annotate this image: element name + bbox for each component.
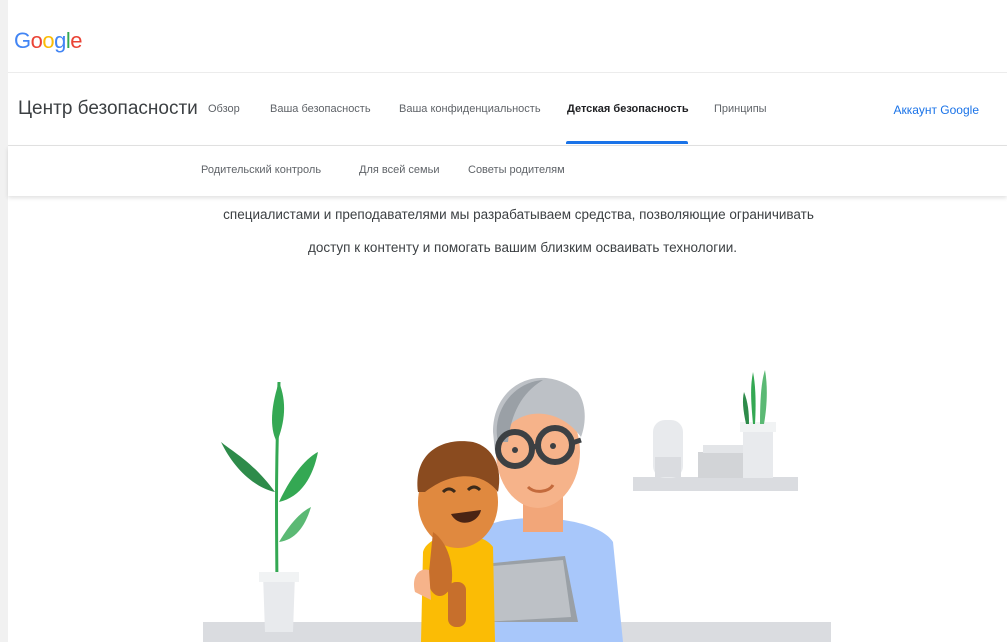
tab-child-safety[interactable]: Детская безопасность xyxy=(567,103,689,115)
tab-overview[interactable]: Обзор xyxy=(208,103,240,115)
intro-text-line-1: специалистами и преподавателями мы разра… xyxy=(223,207,814,222)
tab-your-privacy[interactable]: Ваша конфиденциальность xyxy=(399,103,541,115)
sub-nav-bar: Родительский контроль Для всей семьи Сов… xyxy=(8,146,1007,196)
logo-letter: o xyxy=(30,28,43,53)
subnav-for-whole-family[interactable]: Для всей семьи xyxy=(359,164,439,176)
logo-letter: e xyxy=(70,28,83,53)
logo-letter: g xyxy=(54,28,66,53)
shelf-illustration xyxy=(633,370,798,491)
plant-illustration xyxy=(221,381,318,632)
google-account-link[interactable]: Аккаунт Google xyxy=(894,103,979,117)
family-illustration xyxy=(203,370,831,642)
site-nav-bar: Центр безопасности Обзор Ваша безопаснос… xyxy=(8,73,1007,146)
logo-letter: o xyxy=(42,28,55,53)
google-logo[interactable]: Google xyxy=(14,28,83,54)
child-illustration xyxy=(413,441,500,642)
tab-principles[interactable]: Принципы xyxy=(714,103,767,115)
page: Google Центр безопасности Обзор Ваша без… xyxy=(0,0,1007,642)
site-title[interactable]: Центр безопасности xyxy=(18,98,198,120)
subnav-tips-for-parents[interactable]: Советы родителям xyxy=(468,164,565,176)
subnav-parental-controls[interactable]: Родительский контроль xyxy=(201,164,321,176)
top-bar: Google xyxy=(8,6,1007,73)
tab-your-security[interactable]: Ваша безопасность xyxy=(270,103,371,115)
main-content: специалистами и преподавателями мы разра… xyxy=(8,197,1007,642)
logo-letter: G xyxy=(14,28,31,53)
active-tab-indicator xyxy=(566,141,688,144)
intro-text-line-2: доступ к контенту и помогать вашим близк… xyxy=(307,240,738,255)
left-edge xyxy=(0,0,8,642)
